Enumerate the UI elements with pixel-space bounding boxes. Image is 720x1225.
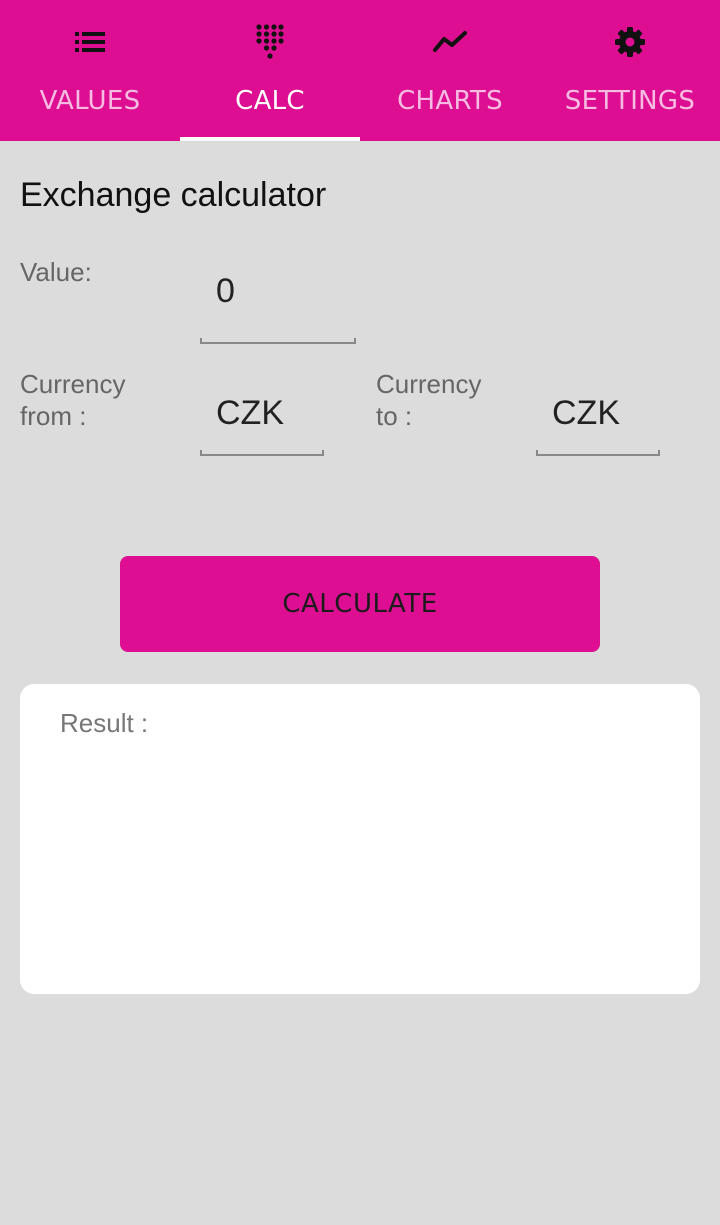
tab-calc-label: CALC	[235, 86, 305, 116]
value-input-underline	[200, 338, 356, 344]
active-tab-indicator	[180, 137, 360, 141]
currency-from-value: CZK	[216, 394, 284, 432]
currency-to-input[interactable]: CZK	[536, 394, 660, 456]
currency-to-label-line2: to :	[376, 401, 413, 431]
tab-values-label: VALUES	[39, 86, 141, 116]
tab-charts[interactable]: CHARTS	[360, 0, 540, 141]
chart-line-icon	[432, 24, 468, 60]
result-label: Result :	[60, 708, 149, 738]
value-label: Value:	[20, 257, 92, 287]
list-icon	[72, 24, 108, 60]
result-card: Result :	[20, 684, 700, 994]
tab-charts-label: CHARTS	[397, 86, 503, 116]
tab-settings-label: SETTINGS	[564, 86, 696, 116]
currency-from-underline	[200, 450, 324, 456]
value-input[interactable]: 0	[200, 272, 356, 344]
calculate-button[interactable]: CALCULATE	[120, 556, 600, 652]
gear-icon	[612, 24, 648, 60]
currency-to-value: CZK	[552, 394, 620, 432]
tab-settings[interactable]: SETTINGS	[540, 0, 720, 141]
currency-to-label-line1: Currency	[376, 369, 482, 399]
currency-from-label-line1: Currency	[20, 369, 126, 399]
value-input-text: 0	[216, 272, 235, 310]
currency-from-input[interactable]: CZK	[200, 394, 324, 456]
tab-calc[interactable]: CALC	[180, 0, 360, 141]
currency-to-label: Currency to :	[376, 368, 481, 432]
dialpad-icon	[252, 24, 288, 60]
currency-from-label: Currency from :	[20, 368, 125, 432]
page-title: Exchange calculator	[20, 176, 327, 214]
currency-to-underline	[536, 450, 660, 456]
tab-values[interactable]: VALUES	[0, 0, 180, 141]
tab-bar: VALUES CALC CHARTS SETTINGS	[0, 0, 720, 141]
currency-from-label-line2: from :	[20, 401, 87, 431]
